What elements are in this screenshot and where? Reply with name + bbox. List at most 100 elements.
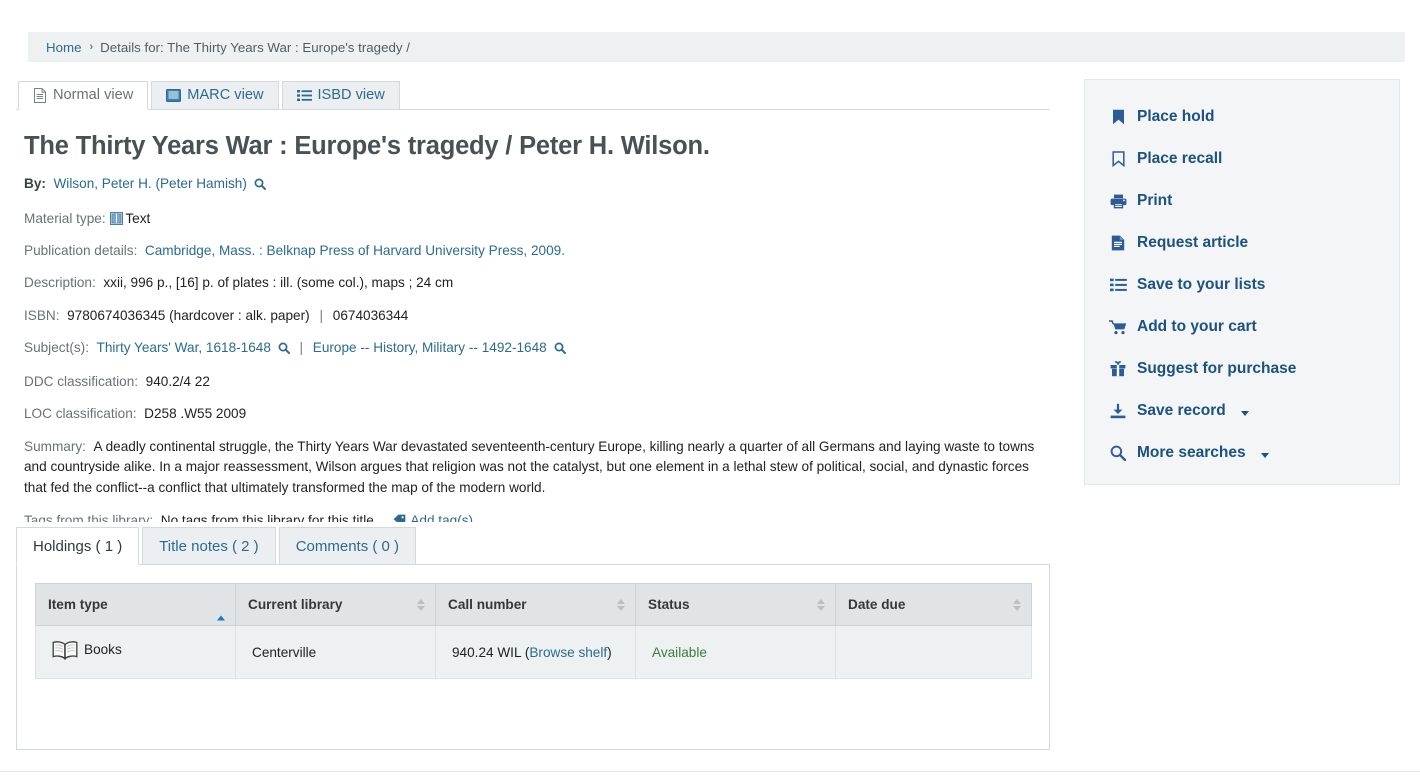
marc-list-icon — [166, 89, 181, 102]
magnifier-icon[interactable] — [254, 176, 266, 195]
publication-link[interactable]: Cambridge, Mass. : Belknap Press of Harv… — [145, 243, 565, 258]
opac-record-detail-page: Home › Details for: The Thirty Years War… — [0, 0, 1420, 783]
sidebar-item-place-recall[interactable]: Place recall — [1085, 138, 1399, 180]
ddc-label: DDC classification: — [24, 374, 138, 389]
download-icon — [1109, 403, 1127, 419]
holdings-table: Item type Current library Call number — [35, 583, 1032, 679]
sidebar-item-label: Save record — [1137, 402, 1226, 420]
tab-isbd-view-label: ISBD view — [318, 88, 385, 103]
breadcrumb-home-link[interactable]: Home — [46, 40, 81, 55]
column-header-date-due-label: Date due — [848, 597, 905, 612]
record-details: By: Wilson, Peter H. (Peter Hamish) Mate… — [24, 174, 1050, 562]
chevron-down-icon — [1241, 411, 1249, 416]
bookmark-outline-icon — [1109, 151, 1127, 167]
material-type-label: Material type: — [24, 211, 106, 226]
column-header-call-number[interactable]: Call number — [436, 584, 636, 626]
breadcrumb-current: Details for: The Thirty Years War : Euro… — [100, 40, 410, 55]
open-book-icon — [52, 640, 78, 664]
record-row-material-type: Material type: Text — [24, 209, 1050, 228]
isbn-value-secondary: 0674036344 — [333, 308, 409, 323]
tab-normal-view-label: Normal view — [53, 88, 133, 103]
sidebar-item-label: Suggest for purchase — [1137, 360, 1296, 378]
sort-both-icon — [817, 599, 825, 611]
tab-normal-view[interactable]: Normal view — [18, 81, 148, 110]
document-icon — [33, 88, 47, 103]
summary-value: A deadly continental struggle, the Thirt… — [24, 439, 1034, 495]
publication-label: Publication details: — [24, 243, 137, 258]
tab-holdings[interactable]: Holdings ( 1 ) — [16, 527, 139, 565]
cell-status: Available — [636, 626, 836, 679]
column-header-current-library[interactable]: Current library — [236, 584, 436, 626]
subject-link-2[interactable]: Europe -- History, Military -- 1492-1648 — [313, 340, 547, 355]
sidebar-item-print[interactable]: Print — [1085, 180, 1399, 222]
column-header-status[interactable]: Status — [636, 584, 836, 626]
description-label: Description: — [24, 275, 96, 290]
shopping-cart-icon — [1109, 320, 1127, 335]
document-file-icon — [1109, 235, 1127, 251]
subjects-label: Subject(s): — [24, 340, 89, 355]
column-header-date-due[interactable]: Date due — [836, 584, 1032, 626]
sidebar-item-label: Print — [1137, 192, 1172, 210]
record-row-isbn: ISBN: 9780674036345 (hardcover : alk. pa… — [24, 306, 1050, 325]
sort-ascending-icon — [217, 602, 225, 607]
chevron-down-icon — [1261, 453, 1269, 458]
sidebar-item-label: Save to your lists — [1137, 276, 1265, 294]
sort-both-icon — [417, 599, 425, 611]
cell-item-type-label: Books — [84, 642, 122, 657]
material-type-value: Text — [125, 211, 150, 226]
main-content-column: Normal view MARC view ISBD view The Thir… — [16, 74, 1050, 563]
sidebar-item-label: More searches — [1137, 444, 1246, 462]
magnifier-icon — [1109, 445, 1127, 461]
sidebar-item-label: Place recall — [1137, 150, 1222, 168]
tab-isbd-view[interactable]: ISBD view — [282, 81, 400, 110]
sidebar-item-label: Add to your cart — [1137, 318, 1257, 336]
sidebar-item-label: Request article — [1137, 234, 1248, 252]
cell-call-number: 940.24 WIL (Browse shelf) — [436, 626, 636, 679]
sort-both-icon — [1013, 599, 1021, 611]
magnifier-icon[interactable] — [278, 340, 290, 359]
column-header-item-type[interactable]: Item type — [36, 584, 236, 626]
sidebar-item-more-searches[interactable]: More searches — [1085, 432, 1399, 474]
sidebar-item-suggest-for-purchase[interactable]: Suggest for purchase — [1085, 348, 1399, 390]
sidebar-item-place-hold[interactable]: Place hold — [1085, 96, 1399, 138]
tab-comments[interactable]: Comments ( 0 ) — [279, 527, 416, 565]
loc-label: LOC classification: — [24, 406, 137, 421]
breadcrumb-separator-icon: › — [89, 41, 93, 53]
call-number-value: 940.24 WIL — [452, 645, 521, 660]
holdings-panel: Holdings ( 1 ) Title notes ( 2 ) Comment… — [16, 522, 1050, 750]
column-header-status-label: Status — [648, 597, 690, 612]
loc-value: D258 .W55 2009 — [144, 406, 246, 421]
record-row-description: Description: xxii, 996 p., [16] p. of pl… — [24, 273, 1050, 292]
tab-comments-label: Comments ( 0 ) — [296, 538, 399, 555]
record-row-subjects: Subject(s): Thirty Years' War, 1618-1648… — [24, 338, 1050, 359]
sidebar-item-label: Place hold — [1137, 108, 1215, 126]
magnifier-icon[interactable] — [554, 340, 566, 359]
ddc-value: 940.2/4 22 — [146, 374, 210, 389]
paren-close: ) — [607, 645, 612, 660]
browse-shelf-link[interactable]: Browse shelf — [529, 645, 607, 660]
list-icon — [1109, 278, 1127, 292]
tab-marc-view-label: MARC view — [187, 88, 263, 103]
column-header-item-type-label: Item type — [48, 597, 108, 612]
table-row: Books Centerville 940.24 WIL (Browse she… — [36, 626, 1032, 679]
tab-marc-view[interactable]: MARC view — [151, 81, 278, 110]
sidebar-item-save-to-lists[interactable]: Save to your lists — [1085, 264, 1399, 306]
sort-both-icon — [617, 599, 625, 611]
text-book-icon — [110, 211, 123, 224]
sidebar-item-request-article[interactable]: Request article — [1085, 222, 1399, 264]
record-row-publication: Publication details: Cambridge, Mass. : … — [24, 241, 1050, 260]
sidebar-item-add-to-cart[interactable]: Add to your cart — [1085, 306, 1399, 348]
sidebar-item-save-record[interactable]: Save record — [1085, 390, 1399, 432]
record-row-author: By: Wilson, Peter H. (Peter Hamish) — [24, 174, 1050, 195]
column-header-current-library-label: Current library — [248, 597, 342, 612]
cell-item-type: Books — [36, 626, 236, 679]
page-bottom-divider — [0, 771, 1420, 772]
tab-title-notes[interactable]: Title notes ( 2 ) — [142, 527, 275, 565]
author-link[interactable]: Wilson, Peter H. (Peter Hamish) — [53, 176, 246, 191]
page-title: The Thirty Years War : Europe's tragedy … — [24, 132, 1050, 161]
isbn-label: ISBN: — [24, 308, 60, 323]
isbn-value-primary: 9780674036345 (hardcover : alk. paper) — [67, 308, 310, 323]
gift-icon — [1109, 361, 1127, 377]
subject-link-1[interactable]: Thirty Years' War, 1618-1648 — [97, 340, 271, 355]
record-row-summary: Summary: A deadly continental struggle, … — [24, 437, 1049, 499]
